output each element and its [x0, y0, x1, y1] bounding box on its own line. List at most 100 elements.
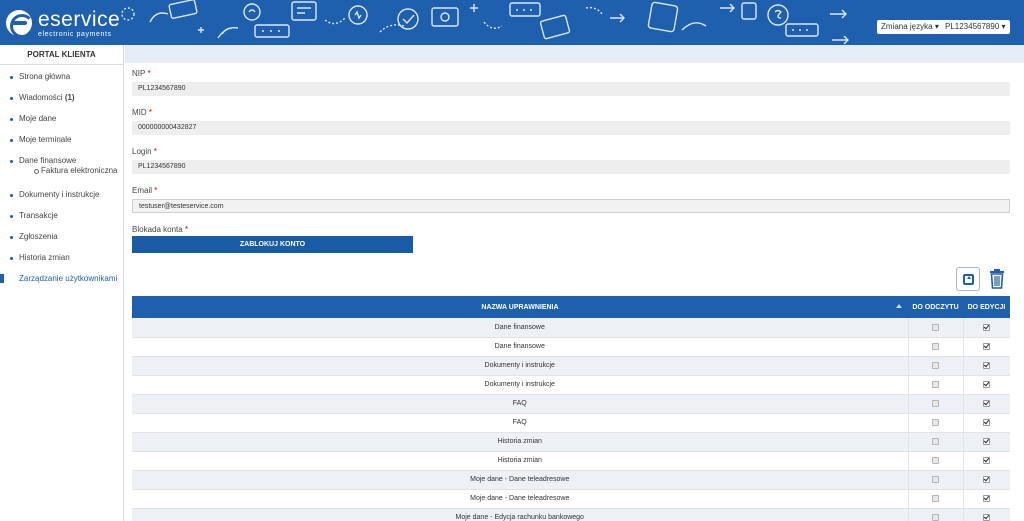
- top-strip: [125, 45, 1024, 63]
- permission-edit-cell: [962, 356, 1010, 376]
- expand-collapse-button[interactable]: [956, 267, 980, 291]
- permissions-table: NAZWA UPRAWNIENIA DO ODCZYTU DO EDYCJI D…: [132, 296, 1010, 521]
- sidebar-item-my-data[interactable]: Moje dane: [0, 111, 123, 132]
- edit-checkbox[interactable]: [983, 380, 991, 388]
- edit-checkbox[interactable]: [983, 399, 991, 407]
- table-row: Moje dane - Dane teleadresowe: [132, 489, 1010, 509]
- sidebar-item-transactions[interactable]: Transakcje: [0, 208, 123, 229]
- edit-checkbox[interactable]: [983, 494, 991, 502]
- portal-title: PORTAL KLIENTA: [0, 45, 123, 65]
- sidebar-item-documents[interactable]: Dokumenty i instrukcje: [0, 187, 123, 208]
- sidebar-item-user-management[interactable]: Zarządzanie użytkownikami: [0, 271, 123, 292]
- brand-name: eservice: [38, 7, 121, 31]
- collapse-icon: [963, 274, 974, 285]
- edit-checkbox[interactable]: [983, 456, 991, 464]
- header-decoration-icons: [121, 0, 849, 45]
- permission-edit-cell: [962, 489, 1010, 509]
- permission-name-cell: Dokumenty i instrukcje: [132, 356, 908, 376]
- sidebar-item-change-history[interactable]: Historia zmian: [0, 250, 123, 271]
- nip-field[interactable]: PL1234567890: [132, 82, 1010, 96]
- email-label: Email: [132, 186, 153, 195]
- permission-read-cell: [907, 394, 963, 414]
- column-header-edit[interactable]: DO EDYCJI: [963, 296, 1010, 318]
- nip-label: NIP: [132, 69, 146, 78]
- permission-edit-cell: [962, 451, 1010, 471]
- mid-label: MID: [132, 108, 147, 117]
- column-header-read[interactable]: DO ODCZYTU: [908, 296, 963, 318]
- messages-count-badge: (1): [64, 93, 75, 102]
- table-row: Dokumenty i instrukcje: [132, 375, 1010, 395]
- account-dropdown-label: PL1234567890: [945, 22, 1000, 31]
- permissions-table-body: Dane finansowe Dane finansowe Dokumenty i …: [132, 318, 1010, 521]
- sidebar-item-my-terminals[interactable]: Moje terminale: [0, 132, 123, 153]
- column-header-permission-name[interactable]: NAZWA UPRAWNIENIA: [132, 296, 908, 318]
- permission-name-cell: Moje dane - Dane teleadresowe: [132, 470, 908, 490]
- table-row: Historia zmian: [132, 432, 1010, 452]
- account-lock-group: Blokada konta *: [132, 225, 189, 234]
- permission-read-cell: [907, 375, 963, 395]
- permission-edit-cell: [962, 375, 1010, 395]
- table-row: Dane finansowe: [132, 337, 1010, 357]
- permission-name-cell: FAQ: [132, 394, 908, 414]
- read-checkbox[interactable]: [932, 380, 939, 388]
- edit-checkbox[interactable]: [983, 437, 991, 445]
- read-checkbox[interactable]: [932, 323, 939, 331]
- email-field[interactable]: testuser@testeservice.com: [132, 199, 1010, 213]
- table-row: Moje dane - Edycja rachunku bankowego: [132, 508, 1010, 521]
- edit-checkbox[interactable]: [983, 323, 991, 331]
- sidebar: PORTAL KLIENTA Strona główna Wiadomości …: [0, 45, 124, 521]
- read-checkbox[interactable]: [932, 418, 939, 426]
- permission-edit-cell: [962, 470, 1010, 490]
- permission-edit-cell: [962, 337, 1010, 357]
- header-bar: eservice electronic payments Zmiana języ…: [0, 0, 1024, 45]
- mid-field[interactable]: 000000000432827: [132, 121, 1010, 135]
- sidebar-item-messages[interactable]: Wiadomości (1): [0, 90, 123, 111]
- permission-read-cell: [907, 432, 963, 452]
- permission-name-cell: Dane finansowe: [132, 337, 908, 357]
- edit-checkbox[interactable]: [983, 342, 991, 350]
- sidebar-item-home[interactable]: Strona główna: [0, 69, 123, 90]
- read-checkbox[interactable]: [932, 361, 939, 369]
- account-lock-label: Blokada konta: [132, 225, 183, 234]
- nip-field-group: NIP * PL1234567890: [132, 69, 1010, 96]
- permission-read-cell: [907, 318, 963, 338]
- permission-read-cell: [907, 451, 963, 471]
- read-checkbox[interactable]: [932, 494, 939, 502]
- edit-checkbox[interactable]: [983, 475, 991, 483]
- read-checkbox[interactable]: [932, 437, 939, 445]
- table-row: Moje dane - Dane teleadresowe: [132, 470, 1010, 490]
- permission-read-cell: [907, 413, 963, 433]
- permission-name-cell: Dokumenty i instrukcje: [132, 375, 908, 395]
- mid-field-group: MID * 000000000432827: [132, 108, 1010, 135]
- login-field-group: Login * PL1234567890: [132, 147, 1010, 174]
- eservice-logo-icon: [6, 10, 34, 38]
- login-field[interactable]: PL1234567890: [132, 160, 1010, 174]
- table-row: FAQ: [132, 413, 1010, 433]
- delete-user-button[interactable]: [985, 267, 1009, 291]
- read-checkbox[interactable]: [932, 399, 939, 407]
- permission-edit-cell: [962, 318, 1010, 338]
- sidebar-subitem-e-invoice[interactable]: Faktura elektroniczna: [19, 166, 123, 176]
- language-dropdown-label: Zmiana języka: [881, 22, 933, 31]
- read-checkbox[interactable]: [932, 342, 939, 350]
- eservice-logo[interactable]: eservice electronic payments: [6, 8, 120, 38]
- block-account-button[interactable]: ZABLOKUJ KONTO: [132, 236, 413, 253]
- language-dropdown[interactable]: Zmiana języka ▾: [877, 20, 943, 34]
- edit-checkbox[interactable]: [983, 513, 991, 521]
- permission-read-cell: [907, 489, 963, 509]
- edit-checkbox[interactable]: [983, 361, 991, 369]
- read-checkbox[interactable]: [932, 456, 939, 464]
- sidebar-item-tickets[interactable]: Zgłoszenia: [0, 229, 123, 250]
- permission-read-cell: [907, 356, 963, 376]
- edit-checkbox[interactable]: [983, 418, 991, 426]
- sidebar-item-financial-data[interactable]: Dane finansowe Faktura elektroniczna: [0, 153, 123, 187]
- table-row: FAQ: [132, 394, 1010, 414]
- account-dropdown[interactable]: PL1234567890 ▾: [941, 20, 1010, 34]
- permission-read-cell: [907, 470, 963, 490]
- read-checkbox[interactable]: [932, 513, 939, 521]
- caret-down-icon: ▾: [1001, 22, 1006, 31]
- permission-name-cell: Moje dane - Dane teleadresowe: [132, 489, 908, 509]
- read-checkbox[interactable]: [932, 475, 939, 483]
- brand-tagline: electronic payments: [38, 30, 112, 38]
- permission-name-cell: Moje dane - Edycja rachunku bankowego: [132, 508, 908, 521]
